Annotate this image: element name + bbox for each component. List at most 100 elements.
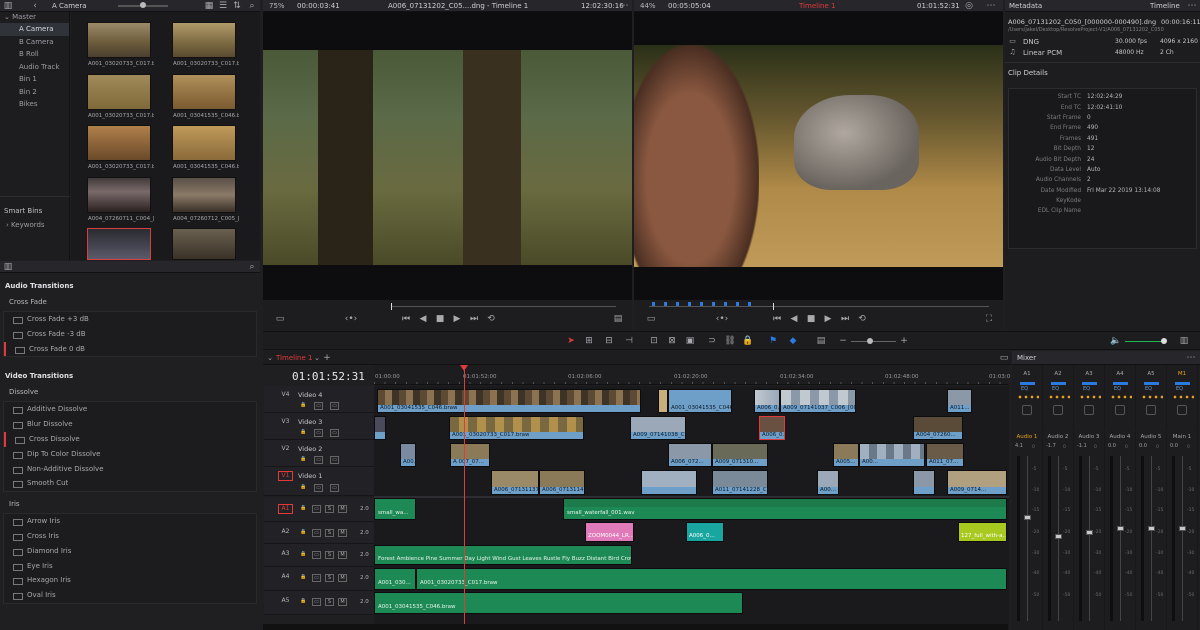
effect-oval-iris[interactable]: Oval Iris xyxy=(4,588,256,603)
target-icon[interactable]: ◎ xyxy=(964,1,974,11)
timeline-clip[interactable] xyxy=(913,470,935,495)
timeline-options-icon[interactable]: ▭ xyxy=(999,353,1009,363)
timeline-clip[interactable]: A005... xyxy=(833,443,859,467)
flag-icon[interactable]: ⚑ xyxy=(768,336,778,346)
chevron-down-icon[interactable]: ⌄ xyxy=(313,353,321,363)
timeline-view-options-icon[interactable]: ▤ xyxy=(815,336,827,346)
go-to-end-icon[interactable]: ⏭ xyxy=(469,314,479,324)
volume-fader[interactable] xyxy=(1055,534,1062,539)
volume-fader[interactable] xyxy=(1148,526,1155,531)
playhead-handle[interactable] xyxy=(460,365,468,371)
go-to-end-icon[interactable]: ⏭ xyxy=(840,314,850,324)
timeline-clip[interactable]: A009_07141038_C0... xyxy=(630,416,686,440)
trim-tool-icon[interactable]: ⊞ xyxy=(583,336,595,346)
property-value[interactable]: 2 xyxy=(1084,175,1163,185)
source-zoom[interactable]: 75% xyxy=(269,2,285,10)
mixer-toggle-icon[interactable]: ▥ xyxy=(1178,336,1190,346)
property-value[interactable] xyxy=(1084,196,1163,206)
smart-bin-keywords[interactable]: › Keywords xyxy=(6,221,45,229)
go-to-start-icon[interactable]: ⏮ xyxy=(401,314,411,324)
lock-icon[interactable]: 🔒 xyxy=(299,551,308,559)
lock-icon[interactable]: 🔒 xyxy=(742,336,753,346)
track-header-a2[interactable]: A2 🔒 ▭ S M 2.0 xyxy=(264,522,374,544)
mute-button[interactable]: M xyxy=(338,551,347,559)
replace-clip-icon[interactable]: ▣ xyxy=(684,336,696,346)
auto-select-icon[interactable]: ▭ xyxy=(314,429,323,437)
bin-item-bin-2[interactable]: Bin 2 xyxy=(0,86,69,99)
volume-fader[interactable] xyxy=(1086,530,1093,535)
solo-button[interactable]: S xyxy=(325,505,334,513)
property-value[interactable]: 24 xyxy=(1084,154,1163,164)
effect-blur-dissolve[interactable]: Blur Dissolve xyxy=(4,417,256,432)
audio-clip[interactable]: small_waterfall_001.wav xyxy=(563,498,1007,520)
effect-cross-fade-0db[interactable]: Cross Fade 0 dB xyxy=(4,341,256,357)
clip-thumbnail-selected[interactable] xyxy=(87,228,151,260)
chevron-down-icon[interactable]: ⌄ xyxy=(266,353,274,363)
master-volume-slider[interactable] xyxy=(1125,338,1167,344)
disable-track-icon[interactable]: ▭ xyxy=(330,456,339,464)
clip-thumbnail[interactable] xyxy=(87,22,151,58)
pan-control[interactable] xyxy=(1115,405,1125,415)
more-options-icon[interactable]: ⋯ xyxy=(619,1,629,11)
overwrite-clip-icon[interactable]: ⊠ xyxy=(666,336,678,346)
property-value[interactable] xyxy=(1084,206,1163,216)
timeline-viewer-name[interactable]: Timeline 1 xyxy=(799,2,835,10)
lock-icon[interactable]: 🔒 xyxy=(299,598,308,606)
timeline-clip[interactable]: A006_0... xyxy=(754,389,780,413)
lock-icon[interactable]: 🔒 xyxy=(299,456,308,464)
lock-icon[interactable]: 🔒 xyxy=(299,574,308,582)
timeline-clip[interactable]: A006_0713114... xyxy=(539,470,585,495)
audio-clip[interactable]: A001_030... xyxy=(374,568,416,590)
mute-button[interactable]: M xyxy=(338,598,347,606)
eq-label[interactable]: EQ xyxy=(1176,386,1183,392)
audio-clip[interactable]: ZOOM0044_LR.... xyxy=(585,522,634,542)
panel-toggle-icon[interactable]: ▥ xyxy=(3,1,13,11)
timeline-viewer-frame[interactable] xyxy=(634,12,1003,300)
lock-icon[interactable]: 🔒 xyxy=(299,402,308,410)
eq-label[interactable]: EQ xyxy=(1021,386,1028,392)
pan-dots[interactable] xyxy=(1048,395,1070,399)
timeline-clip[interactable]: A004_07260... xyxy=(913,416,963,440)
timeline-clip[interactable]: A009_07141037_C006_[0000... xyxy=(780,389,856,413)
eq-label[interactable]: EQ xyxy=(1145,386,1152,392)
bin-item-bin-1[interactable]: Bin 1 xyxy=(0,73,69,86)
eq-label[interactable]: EQ xyxy=(1114,386,1121,392)
track-header-a4[interactable]: A4 🔒 ▭ S M 2.0 xyxy=(264,567,374,591)
play-reverse-icon[interactable]: ◀ xyxy=(418,314,428,324)
play-icon[interactable]: ▶ xyxy=(823,314,833,324)
timeline-clip[interactable]: A009_0714... xyxy=(947,470,1007,495)
stop-icon[interactable]: ■ xyxy=(435,314,445,324)
snapping-icon[interactable]: ⊃ xyxy=(707,336,717,346)
clip-thumbnail[interactable] xyxy=(87,74,151,110)
timeline-clip[interactable] xyxy=(374,416,386,440)
timeline-clip[interactable]: A 007_07... xyxy=(450,443,490,467)
back-icon[interactable]: ‹ xyxy=(30,1,40,11)
effect-cross-dissolve[interactable]: Cross Dissolve xyxy=(4,431,256,447)
stop-icon[interactable]: ■ xyxy=(806,314,816,324)
solo-button[interactable]: S xyxy=(325,574,334,582)
bin-item-a-camera[interactable]: A Camera xyxy=(0,23,69,36)
track-header-v1[interactable]: V1 Video 1 🔒 ▭ ▭ xyxy=(264,467,374,496)
pan-control[interactable] xyxy=(1084,405,1094,415)
timeline-clip[interactable]: A001_03041535_C046.braw xyxy=(668,389,732,413)
auto-select-icon[interactable]: ▭ xyxy=(312,551,321,559)
timeline-clip[interactable]: A00... xyxy=(817,470,839,495)
timeline-clip[interactable]: A006_072... xyxy=(668,443,712,467)
timeline-clip[interactable]: A00... xyxy=(859,443,925,467)
auto-select-icon[interactable]: ▭ xyxy=(314,456,323,464)
pan-control[interactable] xyxy=(1146,405,1156,415)
mute-button[interactable]: M xyxy=(338,505,347,513)
lock-icon[interactable]: 🔒 xyxy=(299,484,308,492)
pan-dots[interactable] xyxy=(1079,395,1101,399)
search-icon[interactable]: ⌕ xyxy=(247,1,257,11)
volume-fader[interactable] xyxy=(1117,526,1124,531)
property-value[interactable]: 490 xyxy=(1084,123,1163,133)
bin-item-bikes[interactable]: Bikes xyxy=(0,98,69,111)
clip-thumbnail[interactable] xyxy=(172,177,236,213)
auto-select-icon[interactable]: ▭ xyxy=(312,505,321,513)
property-value[interactable]: 12:02:24:29 xyxy=(1084,92,1163,102)
effect-cross-iris[interactable]: Cross Iris xyxy=(4,529,256,544)
track-header-a5[interactable]: A5 🔒 ▭ S M 2.0 xyxy=(264,591,374,615)
timeline-clip[interactable]: A011_07... xyxy=(926,443,964,467)
viewer-options-icon[interactable]: ▭ xyxy=(644,314,658,324)
